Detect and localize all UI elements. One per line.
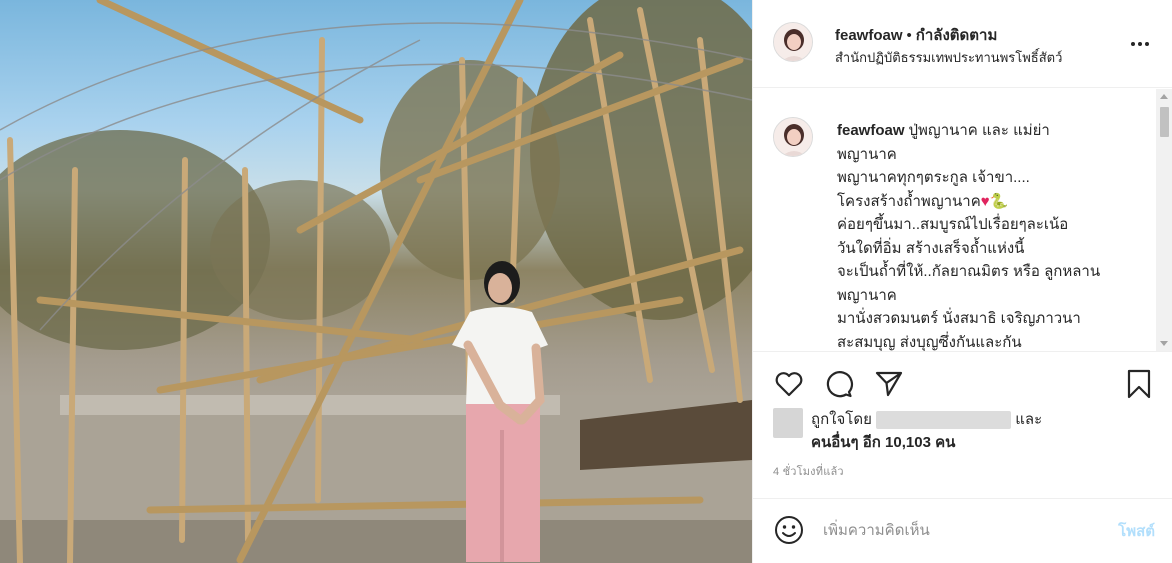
caption-line: จะเป็นถ้ำที่ให้..กัลยาณมิตร หรือ ลูกหลาน (837, 263, 1101, 280)
caption-line-text: โครงสร้างถ้ำพญานาค (837, 192, 981, 210)
bamboo-scaffolding-image (0, 0, 752, 563)
avatar-image (774, 118, 812, 156)
caption-username-link[interactable]: feawfoaw (837, 122, 905, 139)
username-link[interactable]: feawfoaw (835, 27, 903, 44)
caption-line: พญานาค (837, 286, 897, 304)
smiley-face-icon (775, 516, 803, 544)
share-button[interactable] (873, 368, 905, 400)
post-timestamp[interactable]: 4 ชั่วโมงที่แล้ว (773, 462, 844, 480)
post-header: feawfoaw • กำลังติดตาม สำนักปฏิบัติธรรมเทพ… (753, 0, 1172, 88)
caption-line: โครงสร้างถ้ำพญานาค♥🐍 (837, 190, 1147, 214)
following-button[interactable]: กำลังติดตาม (916, 27, 998, 44)
caption-text: feawfoaw ปู่พญานาค และ แม่ย่า พญานาค พญาน… (837, 119, 1147, 351)
more-horizontal-icon (1131, 42, 1135, 46)
more-dot (1145, 42, 1149, 46)
separator-dot: • (906, 27, 912, 44)
liked-by-line: ถูกใจโดย และ (811, 408, 1042, 431)
location-link[interactable]: สำนักปฏิบัติธรรมเทพประทานพรโพธิ์สัตว์ (835, 47, 1062, 68)
heart-emoji-icon: ♥ (980, 192, 990, 210)
comment-bar: โพสต์ (753, 498, 1172, 563)
paper-plane-icon (875, 371, 903, 397)
post-photo[interactable] (0, 0, 752, 563)
emoji-picker-button[interactable] (773, 514, 805, 546)
bookmark-icon (1127, 369, 1151, 399)
avatar[interactable] (773, 22, 813, 62)
header-title-line: feawfoaw • กำลังติดตาม (835, 23, 997, 47)
post-panel: feawfoaw • กำลังติดตาม สำนักปฏิบัติธรรมเทพ… (752, 0, 1172, 563)
caption-avatar[interactable] (773, 117, 813, 157)
caption-line: วันใดที่อิ่ม สร้างเสร็จถ้ำแห่งนี้ (837, 239, 1025, 257)
liked-by-prefix: ถูกใจโดย (811, 411, 872, 428)
caption-area[interactable]: feawfoaw ปู่พญานาค และ แม่ย่า พญานาค พญาน… (753, 89, 1172, 351)
more-options-button[interactable] (1127, 32, 1153, 56)
comment-button[interactable] (823, 368, 855, 400)
heart-icon (775, 372, 803, 397)
scroll-down-arrow-icon[interactable] (1160, 341, 1168, 346)
snake-emoji-icon: 🐍 (989, 192, 1009, 210)
post-actions (753, 351, 1172, 411)
like-button[interactable] (773, 368, 805, 400)
caption-line: มานั่งสวดมนตร์ นั่งสมาธิ เจริญภาวนา (837, 310, 1081, 327)
caption-line: พญานาคทุกๆตระกูล เจ้าขา.... (837, 169, 1030, 186)
post-comment-button[interactable]: โพสต์ (1118, 519, 1155, 543)
caption-line: feawfoaw ปู่พญานาค และ แม่ย่า (837, 119, 1147, 143)
caption-line: ค่อยๆขึ้นมา..สมบูรณ์ไปเรื่อยๆละเน้อ (837, 216, 1069, 233)
save-button[interactable] (1123, 368, 1155, 400)
caption-line: พญานาค (837, 145, 897, 163)
others-likes-link[interactable]: คนอื่นๆ อีก 10,103 คน (811, 431, 955, 454)
caption-line: สะสมบุญ ส่งบุญซึ่งกันและกัน (837, 333, 1022, 351)
more-dot (1138, 42, 1142, 46)
liker-avatar[interactable] (773, 408, 803, 438)
comment-bubble-icon (826, 371, 854, 398)
scroll-up-arrow-icon[interactable] (1160, 94, 1168, 99)
caption-scrollbar[interactable] (1156, 89, 1172, 351)
caption-line-text: ปู่พญานาค และ แม่ย่า (908, 122, 1050, 139)
avatar-image (774, 23, 812, 61)
liked-by-and: และ (1015, 411, 1043, 428)
blurred-username[interactable] (876, 411, 1012, 430)
scrollbar-thumb[interactable] (1160, 107, 1169, 137)
comment-input[interactable] (823, 517, 1083, 543)
